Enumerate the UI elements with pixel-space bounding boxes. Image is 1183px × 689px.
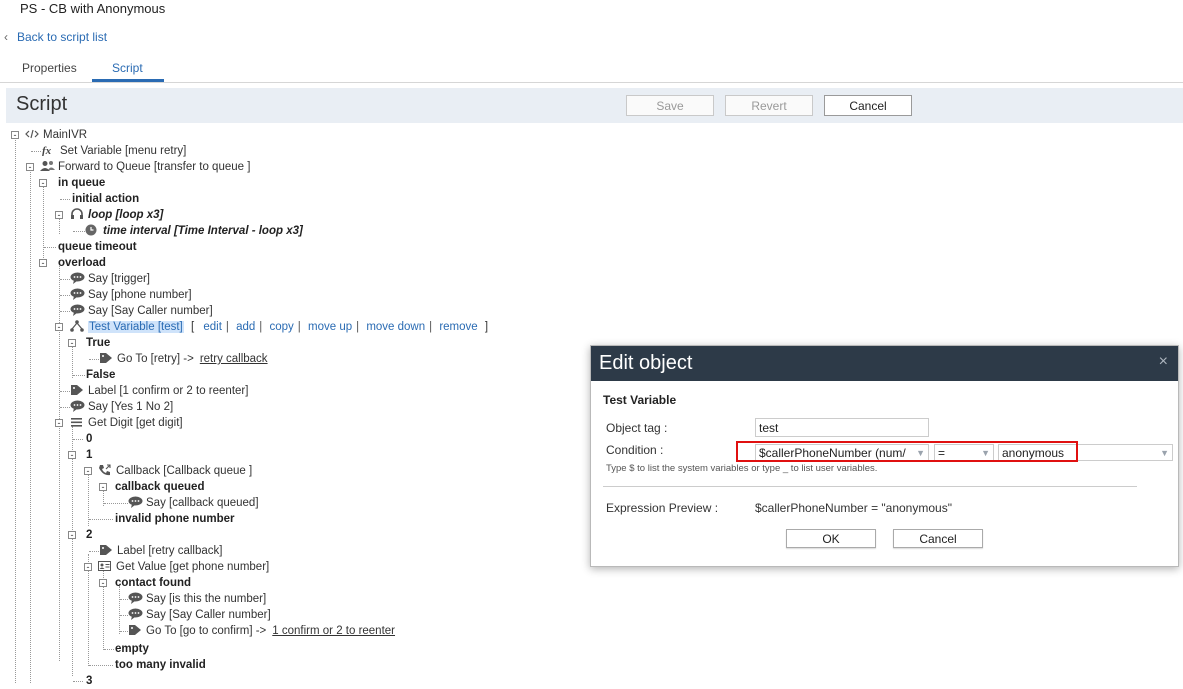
speech-bubble-icon — [70, 288, 85, 300]
tag-icon — [99, 544, 113, 556]
decision-tree-icon — [70, 320, 84, 332]
dialog-header: Edit object × — [591, 346, 1178, 381]
tree-node-too-many-invalid[interactable]: too many invalid — [115, 657, 206, 673]
remove-link[interactable]: remove — [439, 321, 477, 333]
selected-node-label: Test Variable [test] — [88, 321, 184, 333]
add-link[interactable]: add — [236, 321, 255, 333]
tree-node-overload[interactable]: overload — [58, 255, 106, 271]
back-to-script-list-link[interactable]: ‹ Back to script list — [4, 30, 107, 44]
tab-properties[interactable]: Properties — [22, 61, 77, 75]
page-title: PS - CB with Anonymous — [20, 1, 166, 16]
tree-node-digit-1[interactable]: 1 — [86, 447, 92, 463]
tag-icon — [70, 384, 84, 396]
script-toolbar: Script Save Revert Cancel — [6, 88, 1183, 123]
tree-node-label-confirm[interactable]: Label [1 confirm or 2 to reenter] — [70, 383, 248, 399]
tab-bar: Properties Script — [0, 58, 1183, 83]
ok-button[interactable]: OK — [786, 529, 876, 548]
condition-label: Condition : — [606, 443, 664, 457]
tab-script[interactable]: Script — [112, 61, 143, 75]
tree-node-forward-to-queue[interactable]: Forward to Queue [transfer to queue ] — [40, 159, 250, 175]
tag-arrow-icon — [128, 624, 142, 636]
dialog-divider — [603, 486, 1137, 487]
tree-node-callback-queued[interactable]: callback queued — [115, 479, 204, 495]
tree-node-get-digit[interactable]: Get Digit [get digit] — [70, 415, 183, 431]
speech-bubble-icon — [128, 592, 143, 604]
tree-node-queue-timeout[interactable]: queue timeout — [58, 239, 137, 255]
back-link-label: Back to script list — [17, 30, 108, 44]
tree-node-get-value[interactable]: Get Value [get phone number] — [98, 559, 269, 575]
speech-bubble-icon — [128, 608, 143, 620]
close-icon[interactable]: × — [1159, 353, 1168, 371]
phone-callback-icon — [98, 464, 112, 476]
tree-node-say-is-number[interactable]: Say [is this the number] — [128, 591, 266, 607]
move-up-link[interactable]: move up — [308, 321, 352, 333]
svg-text:fx: fx — [42, 145, 52, 156]
tree-node-digit-0[interactable]: 0 — [86, 431, 92, 447]
copy-link[interactable]: copy — [270, 321, 294, 333]
active-tab-indicator — [92, 79, 164, 82]
speech-bubble-icon — [128, 496, 143, 508]
dialog-subtitle: Test Variable — [603, 393, 677, 407]
tree-node-false[interactable]: False — [86, 367, 115, 383]
tree-node-say-trigger[interactable]: Say [trigger] — [70, 271, 150, 287]
condition-hint: Type $ to list the system variables or t… — [606, 463, 878, 474]
chevron-left-icon: ‹ — [4, 30, 8, 44]
tree-node-initial-action[interactable]: initial action — [72, 191, 139, 207]
tree-node-callback[interactable]: Callback [Callback queue ] — [98, 463, 252, 479]
tree-node-digit-3[interactable]: 3 — [86, 673, 92, 689]
expression-preview-label: Expression Preview : — [606, 501, 719, 515]
save-button[interactable]: Save — [626, 95, 714, 116]
function-icon: fx — [42, 144, 56, 157]
tree-node-in-queue[interactable]: in queue — [58, 175, 105, 191]
condition-highlight-box — [736, 441, 1078, 462]
object-tag-label: Object tag : — [606, 421, 668, 435]
edit-link[interactable]: edit — [203, 321, 222, 333]
tree-node-invalid-phone[interactable]: invalid phone number — [115, 511, 234, 527]
expression-preview-value: $callerPhoneNumber = "anonymous" — [755, 501, 952, 515]
tree-node-say-phone-number[interactable]: Say [phone number] — [70, 287, 192, 303]
tree-node-label-retry[interactable]: Label [retry callback] — [99, 543, 222, 559]
tree-node-goto-confirm[interactable]: Go To [go to confirm] -> 1 confirm or 2 t… — [128, 623, 395, 639]
speech-bubble-icon — [70, 400, 85, 412]
clock-icon — [85, 224, 99, 236]
script-title: Script — [16, 93, 68, 115]
dialog-cancel-button[interactable]: Cancel — [893, 529, 983, 548]
move-down-link[interactable]: move down — [366, 321, 425, 333]
tree-node-test-variable[interactable]: Test Variable [test] [ edit | add | copy | … — [70, 319, 488, 335]
goto-retry-callback-link[interactable]: retry callback — [200, 353, 268, 365]
tree-node-set-variable[interactable]: fx Set Variable [menu retry] — [42, 143, 186, 159]
chevron-down-icon: ▼ — [1160, 448, 1169, 458]
speech-bubble-icon — [70, 304, 85, 316]
tree-node-say-caller-number[interactable]: Say [Say Caller number] — [70, 303, 213, 319]
tree-node-loop[interactable]: loop [loop x3] — [70, 207, 163, 223]
object-tag-input[interactable]: test — [755, 418, 929, 437]
tree-node-digit-2[interactable]: 2 — [86, 527, 92, 543]
tree-node-say-callback-queued[interactable]: Say [callback queued] — [128, 495, 259, 511]
tree-node-true[interactable]: True — [86, 335, 110, 351]
speech-bubble-icon — [70, 272, 85, 284]
dialog-title: Edit object — [599, 352, 693, 374]
headset-icon — [70, 208, 84, 220]
revert-button[interactable]: Revert — [725, 95, 813, 116]
tree-node-empty[interactable]: empty — [115, 641, 149, 657]
tree-node-say-caller-number-2[interactable]: Say [Say Caller number] — [128, 607, 271, 623]
goto-confirm-link[interactable]: 1 confirm or 2 to reenter — [272, 625, 395, 637]
list-icon — [70, 416, 84, 428]
tree-node-mainivr[interactable]: MainIVR — [25, 127, 87, 143]
users-icon — [40, 160, 55, 172]
tree-node-time-interval[interactable]: time interval [Time Interval - loop x3] — [85, 223, 303, 239]
tree-node-say-yes-no[interactable]: Say [Yes 1 No 2] — [70, 399, 173, 415]
contact-card-icon — [98, 560, 112, 572]
edit-object-dialog: Edit object × Test Variable Object tag :… — [590, 345, 1179, 567]
code-icon — [25, 128, 39, 140]
tag-arrow-icon — [99, 352, 113, 364]
tree-node-contact-found[interactable]: contact found — [115, 575, 191, 591]
cancel-button[interactable]: Cancel — [824, 95, 912, 116]
tree-node-goto-retry[interactable]: Go To [retry] -> retry callback — [99, 351, 268, 367]
